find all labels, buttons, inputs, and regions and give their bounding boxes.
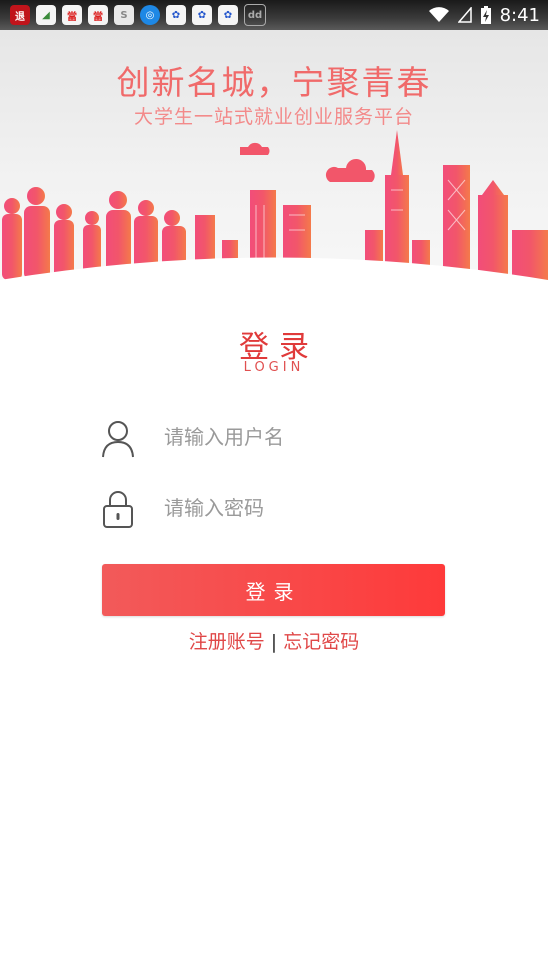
notification-icons: 退 ◢ 當 當 S ◎ ✿ ✿ ✿ dd <box>0 4 266 26</box>
username-input[interactable] <box>162 420 436 454</box>
banner: 创新名城，宁聚青春 大学生一站式就业创业服务平台 <box>0 30 548 280</box>
signal-icon <box>457 7 472 23</box>
status-bar: 退 ◢ 當 當 S ◎ ✿ ✿ ✿ dd 8:41 <box>0 0 548 30</box>
forgot-password-link[interactable]: 忘记密码 <box>283 631 359 653</box>
username-field <box>100 412 445 460</box>
app-icon: S <box>114 5 134 25</box>
baidu-icon: ✿ <box>166 5 186 25</box>
status-right: 8:41 <box>428 0 540 30</box>
password-field <box>100 483 445 531</box>
account-links: 注册账号 | 忘记密码 <box>0 627 548 654</box>
baidu-icon: ✿ <box>192 5 212 25</box>
battery-charging-icon <box>480 6 491 24</box>
link-separator: | <box>270 631 278 653</box>
password-input[interactable] <box>162 491 436 525</box>
app-icon: 當 <box>88 5 108 25</box>
login-button[interactable]: 登录 <box>102 564 445 616</box>
user-icon <box>102 421 134 458</box>
app-icon: 當 <box>62 5 82 25</box>
banner-slogan: 创新名城，宁聚青春 <box>116 63 432 102</box>
lock-icon <box>103 491 133 528</box>
app-icon: ◢ <box>36 5 56 25</box>
app-icon: dd <box>244 4 266 26</box>
page-subtitle: LOGIN <box>243 360 305 375</box>
banner-subslogan: 大学生一站式就业创业服务平台 <box>133 106 414 128</box>
wifi-icon <box>428 7 449 22</box>
clock: 8:41 <box>499 4 540 26</box>
app-icon: ◎ <box>140 5 160 25</box>
baidu-icon: ✿ <box>218 5 238 25</box>
register-link[interactable]: 注册账号 <box>189 631 265 653</box>
app-icon: 退 <box>10 5 30 25</box>
